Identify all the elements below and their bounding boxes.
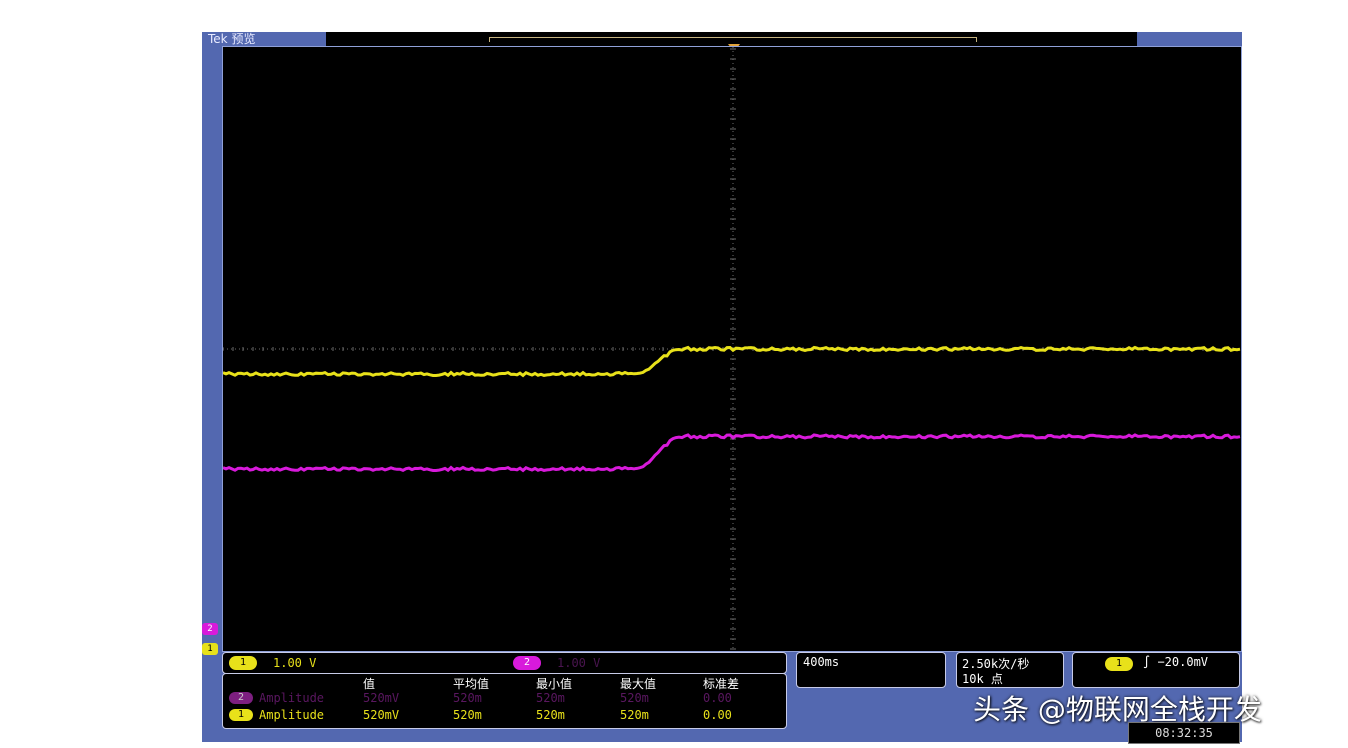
header-stddev: 标准差 [703, 677, 740, 691]
oscilloscope-frame: Tek 预览 2 1 1 1.00 V 2 1.00 V 值 平均值 最小值 最… [202, 32, 1242, 742]
meas-row-ch1-min: 520m [536, 708, 565, 722]
meas-row-ch1-mean: 520m [453, 708, 482, 722]
record-length: 10k 点 [962, 672, 1003, 686]
mode-label: Tek 预览 [204, 32, 260, 46]
meas-row-ch2-label: Amplitude [259, 691, 325, 705]
waveform-display[interactable] [222, 46, 1242, 652]
meas-row-ch2-chip: 2 [229, 692, 253, 704]
trigger-panel[interactable]: 1 ∫ −20.0mV [1072, 652, 1240, 688]
top-bar: Tek 预览 [202, 32, 1242, 46]
ch2-scale: 1.00 V [557, 656, 601, 670]
meas-row-ch2-stddev: 0.00 [703, 691, 732, 705]
meas-row-ch2-value: 520mV [363, 691, 400, 705]
record-view-bar[interactable] [489, 37, 977, 42]
meas-row-ch1-value: 520mV [363, 708, 400, 722]
ch2-trace [223, 433, 1241, 473]
ch2-ground-marker[interactable]: 2 [202, 623, 218, 635]
sampling-panel[interactable]: 2.50k次/秒 10k 点 [956, 652, 1064, 688]
trigger-level: ∫ −20.0mV [1143, 655, 1209, 669]
ch1-ground-marker[interactable]: 1 [202, 643, 218, 655]
ch1-scale: 1.00 V [273, 656, 317, 670]
top-bar-right [1137, 32, 1242, 46]
meas-row-ch2-max: 520m [620, 691, 649, 705]
header-value: 值 [363, 677, 376, 691]
meas-row-ch1-label: Amplitude [259, 708, 325, 722]
measurement-table: 值 平均值 最小值 最大值 标准差 2 Amplitude 520mV 520m… [222, 673, 787, 729]
header-min: 最小值 [536, 677, 573, 691]
meas-row-ch2-mean: 520m [453, 691, 482, 705]
meas-row-ch1-stddev: 0.00 [703, 708, 732, 722]
clock: 08:32:35 [1128, 722, 1240, 744]
ch1-trace [223, 345, 1241, 378]
header-max: 最大值 [620, 677, 657, 691]
channel-status-bar: 1 1.00 V 2 1.00 V [222, 652, 787, 674]
timebase-value: 400ms [803, 655, 840, 669]
trigger-source-chip: 1 [1105, 657, 1133, 671]
meas-row-ch1-max: 520m [620, 708, 649, 722]
ch2-chip[interactable]: 2 [513, 656, 541, 670]
meas-row-ch1-chip: 1 [229, 709, 253, 721]
timebase-panel[interactable]: 400ms [796, 652, 946, 688]
meas-row-ch2-min: 520m [536, 691, 565, 705]
header-mean: 平均值 [453, 677, 490, 691]
ch1-chip[interactable]: 1 [229, 656, 257, 670]
graticule-svg [223, 47, 1241, 651]
